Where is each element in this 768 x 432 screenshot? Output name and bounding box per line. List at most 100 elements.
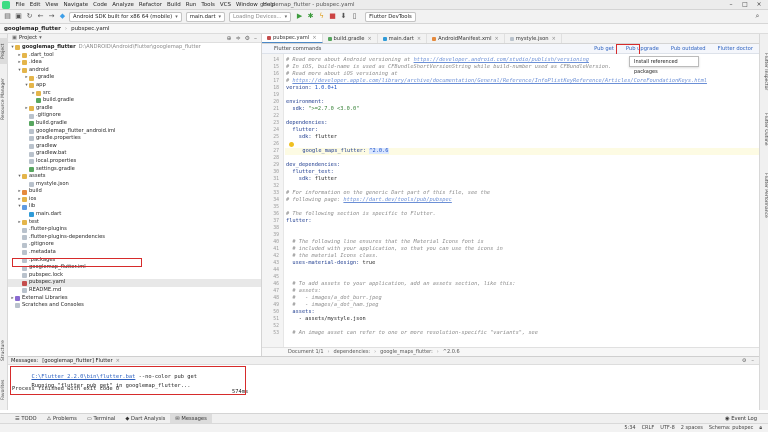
editor-crumb-version[interactable]: ^2.0.6 [443, 349, 460, 355]
tree-item[interactable]: local.properties [8, 158, 261, 166]
tree-item[interactable]: ▸ ios [8, 196, 261, 204]
tree-item[interactable]: build.gradle [8, 97, 261, 105]
tab-flutter-outline[interactable]: Flutter Outline [760, 104, 768, 154]
menu-item-navigate[interactable]: Navigate [61, 0, 91, 10]
run-icon[interactable]: ▶ [295, 12, 304, 21]
tab-flutter-performance[interactable]: Flutter Performance [760, 160, 768, 230]
back-icon[interactable]: ← [36, 12, 45, 21]
schema-indicator[interactable]: Schema: pubspec [709, 425, 754, 431]
tree-item[interactable]: .flutter-plugins-dependencies [8, 234, 261, 242]
flutter-devtools-button[interactable]: Flutter DevTools [365, 11, 416, 22]
tree-item[interactable]: ▸ .idea [8, 59, 261, 67]
open-folder-icon[interactable]: ▤ [3, 12, 12, 21]
line-separator[interactable]: CRLF [642, 425, 655, 431]
tab-flutter-inspector[interactable]: Flutter Inspector [760, 44, 768, 100]
tree-item[interactable]: ▸ gradle [8, 105, 261, 113]
tree-item[interactable]: pubspec.yaml [8, 279, 261, 287]
editor-tab[interactable]: main.dart × [378, 34, 428, 43]
menu-item-window[interactable]: Window [234, 0, 261, 10]
collapse-icon[interactable]: ≑ [236, 35, 241, 42]
editor-crumb-package[interactable]: google_maps_flutter: [380, 349, 433, 355]
code-link[interactable]: https://dart.dev/tools/pub/pubspec [343, 197, 451, 203]
run-config-selector[interactable]: main.dart ▾ [185, 11, 226, 22]
tree-item[interactable]: ▸ src [8, 90, 261, 98]
tree-item[interactable]: .gitignore [8, 241, 261, 249]
tree-item[interactable]: googlemap_flutter_android.iml [8, 128, 261, 136]
hide-icon[interactable]: – [254, 35, 257, 42]
tree-item[interactable]: pubspec.lock [8, 272, 261, 280]
messages-tab[interactable]: [googlemap_flutter] Flutter [42, 358, 112, 364]
tree-item[interactable]: .metadata [8, 249, 261, 257]
tab-project[interactable]: Project [0, 38, 8, 64]
event-log-button[interactable]: ◉ Event Log [720, 414, 762, 424]
gear-icon[interactable]: ⚙ [245, 35, 250, 42]
menu-item-file[interactable]: File [13, 0, 27, 10]
tree-item[interactable]: README.md [8, 287, 261, 295]
breadcrumb-project[interactable]: googlemap_flutter [4, 26, 61, 32]
menu-item-edit[interactable]: Edit [27, 0, 43, 10]
tab-terminal[interactable]: ▭ Terminal [82, 414, 120, 424]
tree-item[interactable]: ▾ lib [8, 203, 261, 211]
tree-item[interactable]: .gitignore [8, 112, 261, 120]
project-view-selector[interactable]: Project [19, 35, 37, 41]
hide-icon[interactable]: – [751, 358, 754, 364]
tree-item[interactable]: build.gradle [8, 120, 261, 128]
tree-item[interactable]: ▾ android [8, 67, 261, 75]
lock-icon[interactable]: 🔒︎ [759, 425, 762, 431]
tree-item[interactable]: ▸ .gradle [8, 74, 261, 82]
tree-item[interactable]: ▸ test [8, 219, 261, 227]
tree-item[interactable]: gradle.properties [8, 135, 261, 143]
devices-status[interactable]: Loading Devices... ▾ [229, 11, 292, 22]
tab-resource-manager[interactable]: Resource Manager [0, 68, 8, 130]
hot-reload-icon[interactable]: ϟ [317, 12, 326, 21]
maximize-icon[interactable]: □ [738, 0, 752, 10]
code-link[interactable]: https://developer.android.com/studio/pub… [414, 57, 589, 63]
editor-tab[interactable]: build.gradle × [323, 34, 378, 43]
save-icon[interactable]: ▣ [14, 12, 23, 21]
locate-icon[interactable]: ⊕ [227, 35, 232, 42]
tree-item[interactable]: main.dart [8, 211, 261, 219]
menu-item-build[interactable]: Build [164, 0, 183, 10]
menu-item-vcs[interactable]: VCS [217, 0, 233, 10]
tree-item[interactable]: settings.gradle [8, 166, 261, 174]
menu-item-analyze[interactable]: Analyze [110, 0, 137, 10]
sdk-manager-icon[interactable]: ⬇ [339, 12, 348, 21]
editor-tab[interactable]: mystyle.json × [505, 34, 562, 43]
tree-item[interactable]: ▸ External Libraries [8, 295, 261, 303]
debug-icon[interactable]: ✱ [306, 12, 315, 21]
tree-item[interactable]: gradlew.bat [8, 150, 261, 158]
menu-item-refactor[interactable]: Refactor [136, 0, 164, 10]
editor-tab[interactable]: pubspec.yaml × [262, 34, 323, 43]
search-icon[interactable]: ⌕ [753, 12, 762, 21]
menu-item-tools[interactable]: Tools [199, 0, 218, 10]
tree-item[interactable]: ▾ assets [8, 173, 261, 181]
editor-crumb-document[interactable]: Document 1/1 [288, 349, 324, 355]
tree-item[interactable]: .flutter-plugins [8, 226, 261, 234]
code-link[interactable]: https://developer.apple.com/library/arch… [292, 78, 707, 84]
tab-todo[interactable]: ☰ TODO [10, 414, 42, 424]
tree-item[interactable]: ▸ build [8, 188, 261, 196]
stop-icon[interactable]: ■ [328, 12, 337, 21]
tab-messages[interactable]: ✉ Messages [170, 413, 212, 424]
cursor-position[interactable]: 5:34 [624, 425, 635, 431]
tree-item[interactable]: ▸ .dart_tool [8, 52, 261, 60]
close-icon[interactable]: × [417, 36, 421, 42]
close-icon[interactable]: × [752, 0, 766, 10]
tab-dart-analysis[interactable]: ◆ Dart Analysis [120, 414, 170, 424]
pub-outdated-button[interactable]: Pub outdated [665, 46, 712, 52]
editor-crumb-dependencies[interactable]: dependencies: [334, 349, 371, 355]
tab-favorites[interactable]: Favorites [0, 372, 8, 408]
tab-problems[interactable]: ⚠ Problems [42, 414, 82, 424]
code-editor[interactable]: 14 15 16 17 18 19 20 21 22 23 24 25 26 27 28 29 30 31 32 33… [262, 54, 759, 347]
lightbulb-icon[interactable] [289, 142, 294, 147]
close-icon[interactable]: × [552, 36, 556, 42]
sync-icon[interactable]: ↻ [25, 12, 34, 21]
tree-item[interactable]: ▾ app [8, 82, 261, 90]
indent-setting[interactable]: 2 spaces [681, 425, 703, 431]
close-icon[interactable]: × [312, 35, 316, 41]
menu-item-code[interactable]: Code [91, 0, 110, 10]
tree-item[interactable]: mystyle.json [8, 181, 261, 189]
file-encoding[interactable]: UTF-8 [660, 425, 675, 431]
editor-tab[interactable]: AndroidManifest.xml × [427, 34, 505, 43]
menu-item-run[interactable]: Run [183, 0, 199, 10]
